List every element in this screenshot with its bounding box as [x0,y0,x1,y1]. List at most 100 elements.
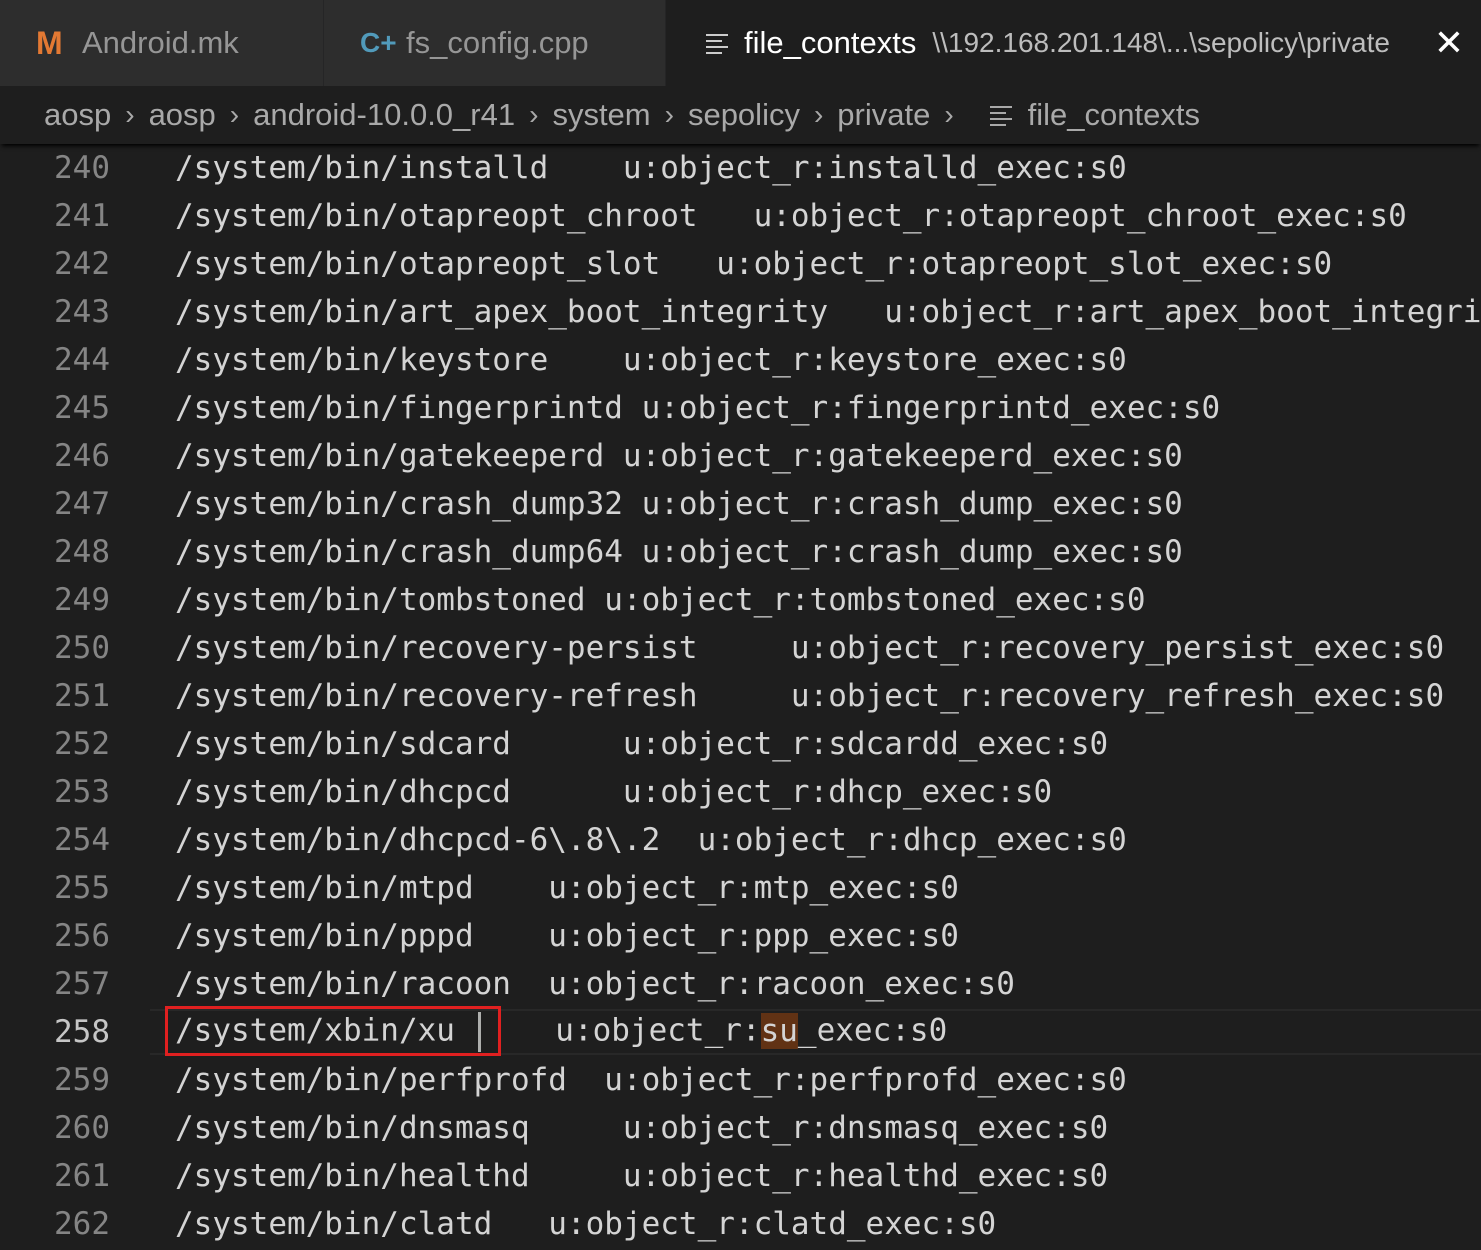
code-text: /system/bin/tombstoned u:object_r:tombst… [175,582,1146,618]
breadcrumb: aosp › aosp › android-10.0.0_r41 › syste… [0,86,1481,144]
code-line[interactable]: 255 /system/bin/mtpd u:object_r:mtp_exec… [0,864,1481,912]
line-number: 256 [54,918,110,954]
chevron-right-icon: › [125,99,135,130]
makefile-icon: M [36,24,63,61]
chevron-right-icon: › [664,99,674,130]
line-number: 257 [54,966,110,1002]
line-number: 247 [54,486,110,522]
code-line-current[interactable]: 258 /system/xbin/xu u:object_r:su_exec:s… [0,1008,1481,1056]
code-segment: u:object_r: [480,1012,761,1049]
breadcrumb-item-aosp-2[interactable]: aosp [149,97,216,133]
code-line[interactable]: 253 /system/bin/dhcpcd u:object_r:dhcp_e… [0,768,1481,816]
line-number: 259 [54,1062,110,1098]
line-number: 240 [54,150,110,186]
tab-label: file_contexts [744,25,917,60]
code-line[interactable]: 245 /system/bin/fingerprintd u:object_r:… [0,384,1481,432]
code-line[interactable]: 251 /system/bin/recovery-refresh u:objec… [0,672,1481,720]
code-segment: /system/xbin/xu [175,1012,474,1049]
code-line[interactable]: 261 /system/bin/healthd u:object_r:healt… [0,1152,1481,1200]
code-text: /system/bin/healthd u:object_r:healthd_e… [175,1158,1109,1194]
tab-path: \\192.168.201.148\...\sepolicy\private [932,27,1390,58]
tab-file-contexts[interactable]: file_contexts \\192.168.201.148\...\sepo… [666,0,1481,86]
code-text: /system/bin/racoon u:object_r:racoon_exe… [175,966,1015,1002]
code-line[interactable]: 243 /system/bin/art_apex_boot_integrity … [0,288,1481,336]
code-line[interactable]: 242 /system/bin/otapreopt_slot u:object_… [0,240,1481,288]
line-number: 261 [54,1158,110,1194]
line-number: 242 [54,246,110,282]
code-line[interactable]: 240 /system/bin/installd u:object_r:inst… [0,144,1481,192]
breadcrumb-item-aosp[interactable]: aosp [44,97,111,133]
code-text: /system/bin/dhcpcd-6\.8\.2 u:object_r:dh… [175,822,1127,858]
code-text: /system/bin/clatd u:object_r:clatd_exec:… [175,1206,997,1242]
line-number: 246 [54,438,110,474]
code-line[interactable]: 247 /system/bin/crash_dump32 u:object_r:… [0,480,1481,528]
code-text: /system/bin/crash_dump32 u:object_r:cras… [175,486,1183,522]
code-text: /system/bin/dhcpcd u:object_r:dhcp_exec:… [175,774,1053,810]
line-number: 251 [54,678,110,714]
code-text: /system/bin/gatekeeperd u:object_r:gatek… [175,438,1183,474]
code-text: /system/bin/sdcard u:object_r:sdcardd_ex… [175,726,1109,762]
code-text: /system/bin/art_apex_boot_integrity u:ob… [175,294,1481,330]
chevron-right-icon: › [813,99,824,130]
close-icon[interactable]: ✕ [1431,23,1467,64]
code-text: /system/bin/installd u:object_r:installd… [175,150,1127,186]
code-text: /system/bin/recovery-persist u:object_r:… [175,630,1445,666]
tab-label: fs_config.cpp [406,25,589,60]
breadcrumb-item-file-contexts[interactable]: file_contexts [1028,97,1200,133]
line-number: 245 [54,390,110,426]
code-line[interactable]: 241 /system/bin/otapreopt_chroot u:objec… [0,192,1481,240]
code-line[interactable]: 250 /system/bin/recovery-persist u:objec… [0,624,1481,672]
line-number: 243 [54,294,110,330]
line-number: 260 [54,1110,110,1146]
code-line[interactable]: 257 /system/bin/racoon u:object_r:racoon… [0,960,1481,1008]
tab-android-mk[interactable]: M Android.mk [0,0,324,86]
chevron-right-icon: › [229,99,240,130]
code-line[interactable]: 252 /system/bin/sdcard u:object_r:sdcard… [0,720,1481,768]
breadcrumb-item-system[interactable]: system [552,97,650,133]
tab-bar: M Android.mk C+ fs_config.cpp file_conte… [0,0,1481,86]
line-number: 262 [54,1206,110,1242]
line-number: 249 [54,582,110,618]
line-number: 250 [54,630,110,666]
list-file-icon [989,105,1012,126]
code-line[interactable]: 256 /system/bin/pppd u:object_r:ppp_exec… [0,912,1481,960]
line-number: 255 [54,870,110,906]
code-editor[interactable]: 240 /system/bin/installd u:object_r:inst… [0,144,1481,1250]
tab-label: Android.mk [82,25,239,60]
line-number: 241 [54,198,110,234]
tab-fs-config-cpp[interactable]: C+ fs_config.cpp [324,0,666,86]
code-text: /system/bin/perfprofd u:object_r:perfpro… [175,1062,1127,1098]
line-number: 248 [54,534,110,570]
line-number: 254 [54,822,110,858]
cpp-file-icon: C+ [360,27,397,58]
code-text: /system/bin/mtpd u:object_r:mtp_exec:s0 [175,870,959,906]
line-number: 258 [54,1014,110,1050]
code-text: /system/xbin/xu u:object_r:su_exec:s0 [175,1012,947,1052]
code-text: /system/bin/dnsmasq u:object_r:dnsmasq_e… [175,1110,1109,1146]
code-text: /system/bin/crash_dump64 u:object_r:cras… [175,534,1183,570]
code-text: /system/bin/recovery-refresh u:object_r:… [175,678,1445,714]
code-line[interactable]: 259 /system/bin/perfprofd u:object_r:per… [0,1056,1481,1104]
code-text: /system/bin/fingerprintd u:object_r:fing… [175,390,1221,426]
code-text: /system/bin/pppd u:object_r:ppp_exec:s0 [175,918,959,954]
code-text: /system/bin/otapreopt_slot u:object_r:ot… [175,246,1333,282]
code-line[interactable]: 248 /system/bin/crash_dump64 u:object_r:… [0,528,1481,576]
line-number: 244 [54,342,110,378]
breadcrumb-item-private[interactable]: private [837,97,930,133]
chevron-right-icon: › [944,99,954,130]
line-number: 253 [54,774,110,810]
code-text: /system/bin/keystore u:object_r:keystore… [175,342,1127,378]
code-text: /system/bin/otapreopt_chroot u:object_r:… [175,198,1407,234]
search-match-highlight: su [760,1012,798,1049]
code-line[interactable]: 244 /system/bin/keystore u:object_r:keys… [0,336,1481,384]
code-line[interactable]: 249 /system/bin/tombstoned u:object_r:to… [0,576,1481,624]
list-file-icon [706,33,728,54]
code-line[interactable]: 262 /system/bin/clatd u:object_r:clatd_e… [0,1200,1481,1248]
code-segment: _exec:s0 [797,1012,948,1049]
code-line[interactable]: 246 /system/bin/gatekeeperd u:object_r:g… [0,432,1481,480]
code-line[interactable]: 260 /system/bin/dnsmasq u:object_r:dnsma… [0,1104,1481,1152]
breadcrumb-item-sepolicy[interactable]: sepolicy [688,97,800,133]
code-line[interactable]: 254 /system/bin/dhcpcd-6\.8\.2 u:object_… [0,816,1481,864]
breadcrumb-item-android-version[interactable]: android-10.0.0_r41 [253,97,515,133]
chevron-right-icon: › [529,99,539,130]
